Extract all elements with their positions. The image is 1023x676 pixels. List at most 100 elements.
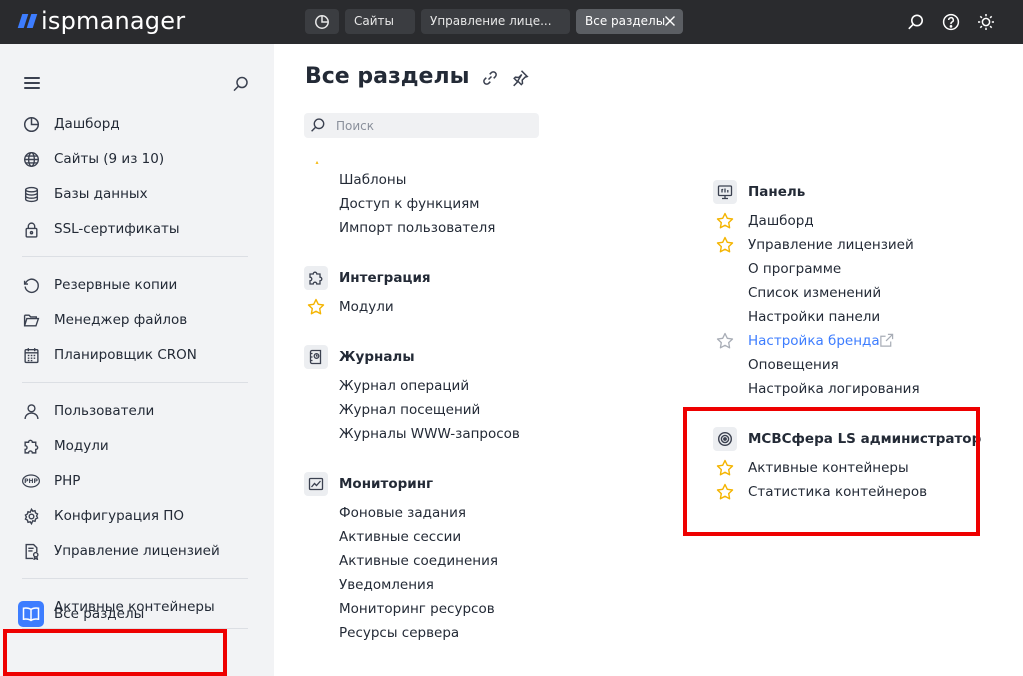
sidebar-item-users[interactable]: Пользователи	[22, 399, 252, 423]
folder-icon	[22, 311, 40, 329]
section-link[interactable]: Оповещения	[748, 357, 839, 373]
sidebar-item-license[interactable]: Управление лицензией	[22, 539, 252, 563]
sidebar-item-label: Пользователи	[54, 403, 155, 419]
calendar-icon	[22, 346, 40, 364]
book-icon	[18, 601, 44, 627]
lock-icon	[22, 220, 40, 238]
section-link[interactable]: Список изменений	[748, 285, 881, 301]
section-link[interactable]: Настройка логирования	[748, 381, 920, 397]
logo[interactable]: ispmanager	[17, 7, 186, 35]
external-link-icon[interactable]	[879, 333, 894, 348]
section-link[interactable]: Ресурсы сервера	[339, 625, 459, 641]
section-link[interactable]: Журнал операций	[339, 378, 469, 394]
php-icon: PHP	[22, 472, 40, 490]
section-title: Мониторинг	[339, 476, 434, 492]
star-outline-icon[interactable]	[716, 332, 734, 350]
section-link[interactable]: Управление лицензией	[748, 237, 914, 253]
tab-license[interactable]: Управление лице...	[421, 9, 570, 34]
search-icon[interactable]	[232, 75, 250, 93]
sidebar-item-databases[interactable]: Базы данных	[22, 182, 252, 206]
sidebar-divider	[22, 578, 248, 579]
svg-text:PHP: PHP	[24, 478, 38, 485]
sidebar-item-dashboard[interactable]: Дашборд	[22, 112, 252, 136]
journal-icon	[304, 345, 328, 369]
user-icon	[22, 402, 40, 420]
sidebar-divider	[22, 382, 248, 383]
section-link[interactable]: Шаблоны	[339, 172, 406, 188]
sidebar-item-label: Дашборд	[54, 116, 120, 132]
star-icon[interactable]	[716, 236, 734, 254]
sidebar-item-software-config[interactable]: Конфигурация ПО	[22, 504, 252, 528]
section-header-integration: Интеграция	[304, 266, 431, 290]
sidebar-item-ssl[interactable]: SSL-сертификаты	[22, 217, 252, 241]
sidebar-divider	[22, 256, 248, 257]
sidebar-item-label: SSL-сертификаты	[54, 221, 180, 237]
sidebar-item-label: PHP	[54, 473, 81, 489]
dashboard-icon	[315, 14, 329, 29]
section-title: Интеграция	[339, 270, 431, 286]
backup-icon	[22, 276, 40, 294]
theme-icon[interactable]	[976, 12, 996, 32]
sidebar-item-backups[interactable]: Резервные копии	[22, 273, 252, 297]
section-link[interactable]: Модули	[339, 299, 394, 315]
sidebar-item-sites[interactable]: Сайты (9 из 10)	[22, 147, 252, 171]
section-link[interactable]: Уведомления	[339, 577, 434, 593]
close-icon[interactable]	[664, 15, 676, 27]
star-icon[interactable]	[716, 212, 734, 230]
sidebar-item-label: Управление лицензией	[54, 543, 220, 559]
section-link[interactable]: Доступ к функциям	[339, 196, 479, 212]
sidebar-item-php[interactable]: PHP PHP	[22, 469, 252, 493]
section-header-journals: Журналы	[304, 345, 415, 369]
section-link[interactable]: Активные сессии	[339, 529, 461, 545]
logo-text: ispmanager	[41, 7, 186, 35]
section-link[interactable]: Фоновые задания	[339, 505, 466, 521]
menu-icon[interactable]	[24, 77, 40, 89]
puzzle-icon	[22, 437, 40, 455]
section-header-monitoring: Мониторинг	[304, 472, 433, 496]
license-icon	[22, 542, 40, 560]
sidebar-item-label: Все разделы	[54, 606, 145, 622]
dashboard-shortcut-button[interactable]	[305, 9, 339, 34]
brand-settings-link[interactable]: Настройка бренда	[748, 333, 880, 349]
section-link[interactable]: Мониторинг ресурсов	[339, 601, 495, 617]
sidebar-item-cron[interactable]: Планировщик CRON	[22, 343, 252, 367]
logo-mark-icon	[17, 14, 38, 28]
sidebar-item-label: Резервные копии	[54, 277, 178, 293]
top-bar: ispmanager Сайты Управление лице... Все …	[0, 0, 1023, 44]
tab-all-sections[interactable]: Все разделы	[576, 9, 683, 34]
section-link[interactable]: Журналы WWW-запросов	[339, 426, 520, 442]
panel-icon	[713, 180, 737, 204]
sidebar-item-all-sections[interactable]: Все разделы	[8, 599, 224, 629]
sidebar-item-label: Модули	[54, 438, 109, 454]
gear-icon	[22, 507, 40, 525]
section-title: Журналы	[339, 349, 415, 365]
section-link[interactable]: Активные соединения	[339, 553, 498, 569]
search-icon[interactable]	[906, 12, 926, 32]
help-icon[interactable]	[941, 12, 961, 32]
star-icon[interactable]	[307, 298, 325, 316]
sidebar-item-label: Менеджер файлов	[54, 312, 188, 328]
search-input[interactable]	[304, 113, 539, 138]
sidebar-item-label: Планировщик CRON	[54, 347, 197, 363]
globe-icon	[22, 150, 40, 168]
monitor-chart-icon	[304, 472, 328, 496]
sidebar-item-label: Сайты (9 из 10)	[54, 151, 165, 167]
highlight-box	[683, 407, 980, 536]
section-link[interactable]: Журнал посещений	[339, 402, 480, 418]
section-header-panel: Панель	[713, 180, 805, 204]
highlight-box	[3, 629, 227, 676]
section-link[interactable]: О программе	[748, 261, 841, 277]
tab-sites[interactable]: Сайты	[345, 9, 415, 34]
search-icon	[311, 118, 325, 132]
sidebar-item-modules[interactable]: Модули	[22, 434, 252, 458]
sidebar-item-file-manager[interactable]: Менеджер файлов	[22, 308, 252, 332]
page-title: Все разделы	[305, 64, 470, 89]
link-icon[interactable]	[481, 69, 499, 87]
section-link[interactable]: Настройки панели	[748, 309, 880, 325]
pin-icon[interactable]	[511, 69, 529, 87]
puzzle-icon	[304, 266, 328, 290]
star-icon[interactable]	[311, 158, 323, 164]
database-icon	[22, 185, 40, 203]
section-link[interactable]: Импорт пользователя	[339, 220, 495, 236]
section-link[interactable]: Дашборд	[748, 213, 814, 229]
